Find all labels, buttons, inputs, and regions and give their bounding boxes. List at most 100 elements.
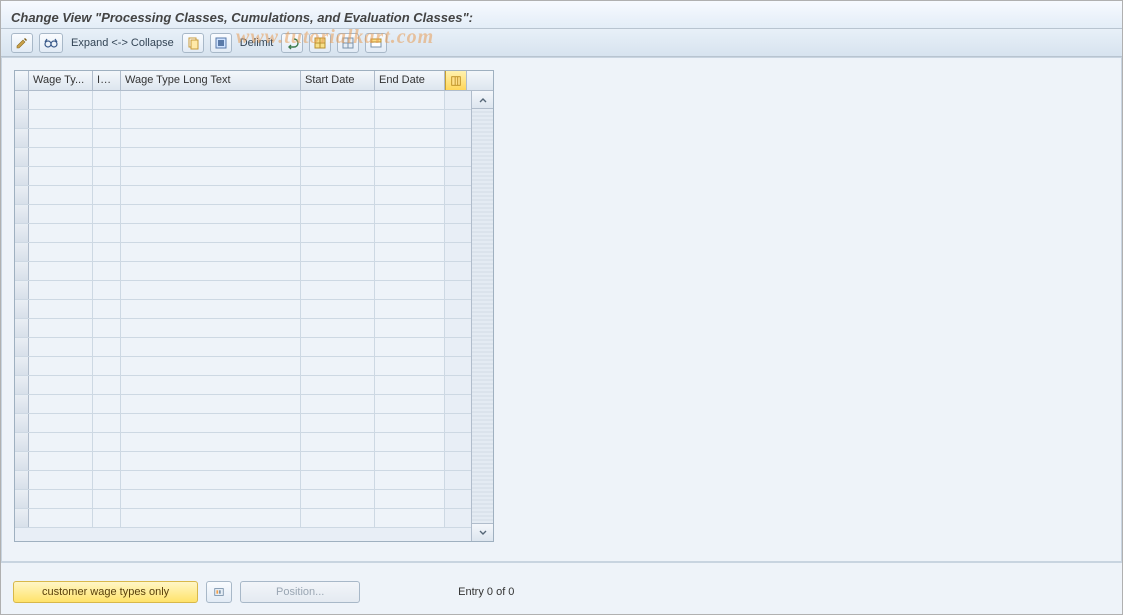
delimit-button[interactable]: Delimit: [238, 37, 276, 49]
cell-start-date[interactable]: [301, 452, 375, 470]
row-selector[interactable]: [15, 414, 29, 432]
cell-long-text[interactable]: [121, 471, 301, 489]
cell-end-date[interactable]: [375, 452, 445, 470]
cell-start-date[interactable]: [301, 300, 375, 318]
deselect-all-button[interactable]: [337, 33, 359, 53]
customer-wage-types-button[interactable]: customer wage types only: [13, 581, 198, 603]
cell-start-date[interactable]: [301, 414, 375, 432]
cell-end-date[interactable]: [375, 509, 445, 527]
cell-start-date[interactable]: [301, 509, 375, 527]
cell-wage-type[interactable]: [29, 205, 93, 223]
cell-long-text[interactable]: [121, 129, 301, 147]
cell-wage-type[interactable]: [29, 300, 93, 318]
cell-long-text[interactable]: [121, 148, 301, 166]
cell-end-date[interactable]: [375, 357, 445, 375]
cell-inf[interactable]: [93, 357, 121, 375]
row-selector[interactable]: [15, 224, 29, 242]
cell-wage-type[interactable]: [29, 110, 93, 128]
cell-long-text[interactable]: [121, 167, 301, 185]
cell-wage-type[interactable]: [29, 452, 93, 470]
scroll-down-button[interactable]: [472, 523, 493, 541]
cell-long-text[interactable]: [121, 281, 301, 299]
row-selector[interactable]: [15, 490, 29, 508]
col-wage-type[interactable]: Wage Ty...: [29, 71, 93, 90]
cell-end-date[interactable]: [375, 224, 445, 242]
row-selector[interactable]: [15, 262, 29, 280]
cell-inf[interactable]: [93, 110, 121, 128]
expand-collapse-button[interactable]: Expand <-> Collapse: [69, 37, 176, 49]
cell-long-text[interactable]: [121, 91, 301, 109]
cell-inf[interactable]: [93, 205, 121, 223]
cell-start-date[interactable]: [301, 262, 375, 280]
other-view-button[interactable]: [39, 33, 63, 53]
cell-long-text[interactable]: [121, 357, 301, 375]
cell-long-text[interactable]: [121, 509, 301, 527]
cell-wage-type[interactable]: [29, 148, 93, 166]
cell-inf[interactable]: [93, 509, 121, 527]
cell-long-text[interactable]: [121, 395, 301, 413]
row-selector[interactable]: [15, 205, 29, 223]
cell-start-date[interactable]: [301, 91, 375, 109]
cell-start-date[interactable]: [301, 471, 375, 489]
cell-inf[interactable]: [93, 395, 121, 413]
cell-end-date[interactable]: [375, 471, 445, 489]
row-selector[interactable]: [15, 452, 29, 470]
col-inf[interactable]: Inf...: [93, 71, 121, 90]
cell-end-date[interactable]: [375, 167, 445, 185]
cell-end-date[interactable]: [375, 376, 445, 394]
row-selector[interactable]: [15, 395, 29, 413]
copy-button[interactable]: [182, 33, 204, 53]
cell-long-text[interactable]: [121, 300, 301, 318]
cell-end-date[interactable]: [375, 490, 445, 508]
cell-wage-type[interactable]: [29, 167, 93, 185]
cell-long-text[interactable]: [121, 338, 301, 356]
cell-inf[interactable]: [93, 186, 121, 204]
cell-inf[interactable]: [93, 376, 121, 394]
cell-wage-type[interactable]: [29, 376, 93, 394]
cell-long-text[interactable]: [121, 433, 301, 451]
row-selector-header[interactable]: [15, 71, 29, 90]
cell-inf[interactable]: [93, 281, 121, 299]
cell-end-date[interactable]: [375, 148, 445, 166]
cell-inf[interactable]: [93, 490, 121, 508]
cell-long-text[interactable]: [121, 490, 301, 508]
cell-inf[interactable]: [93, 262, 121, 280]
cell-start-date[interactable]: [301, 357, 375, 375]
scroll-track[interactable]: [472, 109, 493, 523]
row-selector[interactable]: [15, 376, 29, 394]
row-selector[interactable]: [15, 167, 29, 185]
row-selector[interactable]: [15, 243, 29, 261]
row-selector[interactable]: [15, 186, 29, 204]
cell-start-date[interactable]: [301, 110, 375, 128]
cell-long-text[interactable]: [121, 376, 301, 394]
cell-wage-type[interactable]: [29, 395, 93, 413]
cell-end-date[interactable]: [375, 281, 445, 299]
cell-start-date[interactable]: [301, 433, 375, 451]
cell-start-date[interactable]: [301, 281, 375, 299]
vertical-scrollbar[interactable]: [471, 91, 493, 541]
cell-end-date[interactable]: [375, 338, 445, 356]
cell-long-text[interactable]: [121, 414, 301, 432]
scroll-up-button[interactable]: [472, 91, 493, 109]
cell-wage-type[interactable]: [29, 262, 93, 280]
cell-inf[interactable]: [93, 148, 121, 166]
cell-start-date[interactable]: [301, 376, 375, 394]
cell-inf[interactable]: [93, 433, 121, 451]
cell-long-text[interactable]: [121, 319, 301, 337]
col-end-date[interactable]: End Date: [375, 71, 445, 90]
cell-wage-type[interactable]: [29, 490, 93, 508]
row-selector[interactable]: [15, 129, 29, 147]
select-all-button[interactable]: [210, 33, 232, 53]
cell-end-date[interactable]: [375, 91, 445, 109]
cell-wage-type[interactable]: [29, 338, 93, 356]
cell-start-date[interactable]: [301, 319, 375, 337]
cell-start-date[interactable]: [301, 129, 375, 147]
configure-columns-button[interactable]: [445, 71, 467, 90]
cell-end-date[interactable]: [375, 129, 445, 147]
cell-start-date[interactable]: [301, 205, 375, 223]
cell-start-date[interactable]: [301, 490, 375, 508]
row-selector[interactable]: [15, 148, 29, 166]
cell-wage-type[interactable]: [29, 319, 93, 337]
cell-inf[interactable]: [93, 452, 121, 470]
cell-long-text[interactable]: [121, 262, 301, 280]
